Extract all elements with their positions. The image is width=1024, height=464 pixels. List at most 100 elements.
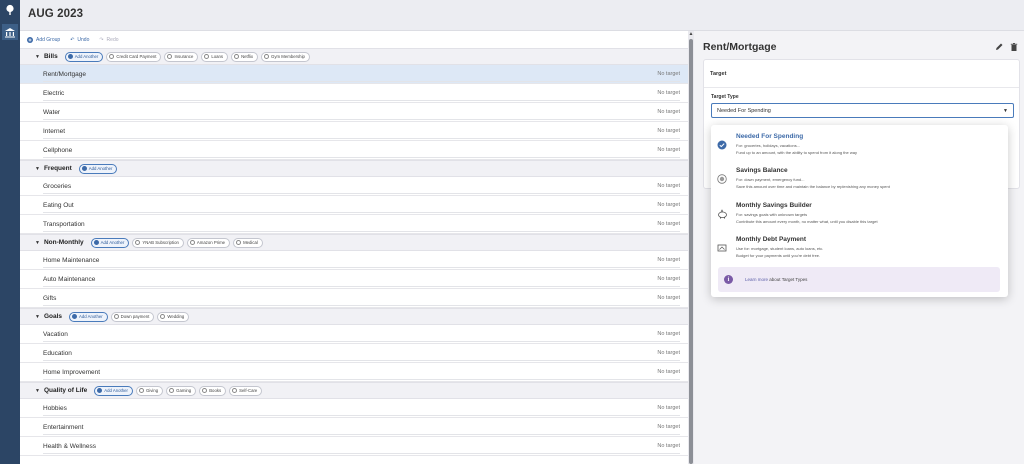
pencil-icon[interactable]	[994, 39, 1004, 50]
plus-circle-icon	[204, 54, 210, 59]
category-name: Entertainment	[43, 423, 84, 431]
chip-label: Amazon Prime	[196, 240, 226, 245]
caret-down-icon[interactable]: ▼	[35, 166, 40, 172]
chip-label: Add Another	[104, 388, 128, 393]
trash-icon[interactable]	[1009, 39, 1019, 51]
category-row[interactable]: Hobbies No target	[20, 399, 688, 418]
option-for: Use for: mortgage, student loans, auto l…	[736, 246, 824, 251]
caret-down-icon[interactable]: ▼	[35, 54, 40, 60]
category-name: Gifts	[43, 294, 57, 302]
suggestion-chip[interactable]: Insurance	[164, 51, 199, 62]
category-group[interactable]: ▼ Non-Monthly Add Another YNAB Subscription…	[20, 234, 688, 251]
category-name: Auto Maintenance	[43, 275, 96, 283]
add-another-chip[interactable]: Add Another	[64, 51, 104, 62]
suggestion-chip[interactable]: Loans	[201, 51, 229, 62]
category-row[interactable]: Auto Maintenance No target	[20, 270, 688, 289]
debt-card-icon	[717, 240, 727, 252]
undo-button[interactable]: ↶ Undo	[70, 37, 89, 43]
category-row[interactable]: Eating Out No target	[20, 196, 688, 215]
plus-circle-icon	[113, 314, 119, 319]
add-another-chip[interactable]: Add Another	[94, 385, 133, 396]
option-name: Monthly Savings Builder	[736, 202, 812, 209]
progress-track	[43, 378, 680, 380]
suggestion-chip[interactable]: Books	[199, 385, 227, 396]
suggestion-chip[interactable]: Medical	[233, 237, 263, 248]
suggestion-chip[interactable]: Gaming	[166, 385, 197, 396]
category-row[interactable]: Gifts No target	[20, 289, 688, 308]
option-monthly-savings-builder[interactable]: Monthly Savings Builder For: savings goa…	[711, 197, 1008, 227]
progress-track	[43, 156, 680, 158]
redo-icon: ↷	[99, 36, 104, 43]
chip-label: Books	[209, 388, 222, 393]
plus-circle-icon	[109, 54, 115, 59]
progress-track	[43, 118, 680, 120]
option-desc: Contribute this amount every month, no m…	[736, 219, 878, 224]
category-name: Home Improvement	[43, 368, 101, 376]
suggestion-chip[interactable]: Amazon Prime	[186, 237, 231, 248]
suggestion-chip[interactable]: Netflix	[231, 51, 259, 62]
option-needed-for-spending[interactable]: Needed For Spending For: groceries, holi…	[711, 128, 1008, 158]
category-row[interactable]: Electric No target	[20, 84, 688, 103]
learn-more-link[interactable]: Learn more	[745, 277, 768, 282]
scrollbar-thumb[interactable]	[689, 39, 693, 464]
add-group-button[interactable]: Add Group	[27, 36, 60, 43]
category-row[interactable]: Health & Wellness No target	[20, 437, 688, 456]
category-row[interactable]: Rent/Mortgage No target	[20, 65, 688, 84]
add-another-chip[interactable]: Add Another	[78, 163, 118, 174]
plus-circle-icon	[135, 240, 141, 245]
top-header: AUG 2023	[20, 0, 1024, 31]
caret-down-icon[interactable]: ▼	[35, 388, 40, 394]
suggestion-chip[interactable]: YNAB Subscription	[132, 237, 184, 248]
target-type-label: Target Type	[711, 94, 739, 100]
plus-circle-icon	[167, 54, 173, 59]
suggestion-chip[interactable]: Giving	[135, 385, 164, 396]
category-row[interactable]: Groceries No target	[20, 177, 688, 196]
plus-circle-icon	[138, 388, 144, 393]
option-for: For: down payment, emergency fund...	[736, 177, 805, 182]
option-savings-balance[interactable]: Savings Balance For: down payment, emerg…	[711, 162, 1008, 192]
suggestion-chip[interactable]: Self-Care	[229, 385, 263, 396]
option-monthly-debt-payment[interactable]: Monthly Debt Payment Use for: mortgage, …	[711, 231, 1008, 261]
category-name: Home Maintenance	[43, 256, 100, 264]
suggestion-chip[interactable]: Down payment	[110, 311, 155, 322]
category-group[interactable]: ▼ Goals Add Another Down payment Wedding	[20, 308, 688, 325]
tree-logo-icon[interactable]	[2, 2, 18, 18]
category-row[interactable]: Home Improvement No target	[20, 363, 688, 382]
chip-label: Add Another	[74, 54, 99, 59]
category-name: Electric	[43, 89, 65, 97]
category-name: Transportation	[43, 220, 85, 228]
piggy-bank-icon	[717, 206, 727, 219]
undo-icon: ↶	[70, 36, 75, 43]
category-row[interactable]: Education No target	[20, 344, 688, 363]
category-row[interactable]: Water No target	[20, 103, 688, 122]
plus-circle-icon	[236, 240, 242, 245]
category-row[interactable]: Home Maintenance No target	[20, 251, 688, 270]
category-row[interactable]: Cellphone No target	[20, 141, 688, 160]
redo-button[interactable]: ↷ Redo	[99, 37, 118, 43]
category-row[interactable]: Transportation No target	[20, 215, 688, 234]
progress-track	[43, 211, 680, 213]
category-row[interactable]: Vacation No target	[20, 325, 688, 344]
budget-bank-icon[interactable]	[2, 24, 18, 40]
category-row[interactable]: Entertainment No target	[20, 418, 688, 437]
target-type-select[interactable]: Needed For Spending ▼	[711, 103, 1014, 118]
category-row[interactable]: Internet No target	[20, 122, 688, 141]
suggestion-chip[interactable]: Wedding	[157, 311, 190, 322]
progress-track	[43, 99, 680, 101]
group-name: Bills	[43, 53, 58, 60]
caret-down-icon[interactable]: ▼	[35, 240, 40, 246]
category-group[interactable]: ▼ Frequent Add Another	[20, 160, 688, 177]
category-group[interactable]: ▼ Bills Add Another Credit Card Payment Insu…	[20, 48, 688, 65]
detail-title: Rent/Mortgage	[703, 41, 777, 53]
caret-down-icon[interactable]: ▼	[35, 314, 40, 320]
add-another-chip[interactable]: Add Another	[69, 311, 108, 322]
month-title[interactable]: AUG 2023	[28, 8, 83, 20]
add-another-chip[interactable]: Add Another	[90, 237, 130, 248]
plus-circle-icon	[189, 240, 195, 245]
category-target-status: No target	[657, 331, 680, 337]
plus-circle-icon	[27, 36, 33, 43]
category-group[interactable]: ▼ Quality of Life Add Another Giving Gaming B…	[20, 382, 688, 399]
suggestion-chip[interactable]: Credit Card Payment	[106, 51, 162, 62]
suggestion-chip[interactable]: Gym Membership	[261, 51, 310, 62]
option-for: For: savings goals with unknown targets	[736, 212, 808, 217]
